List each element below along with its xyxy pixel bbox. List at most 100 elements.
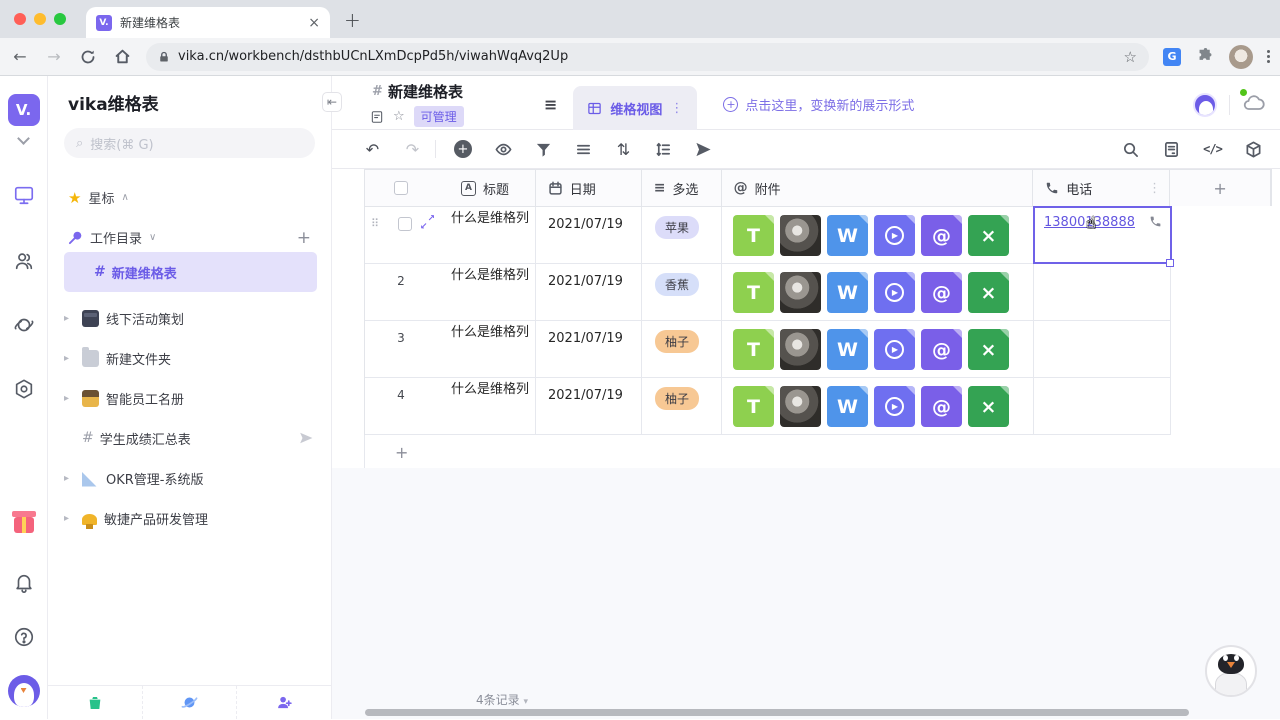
title-cell[interactable]: 4 什么是维格列 xyxy=(365,378,536,434)
phone-cell[interactable]: 13800138888 ☝ xyxy=(1033,206,1174,267)
sidebar-item-new-folder[interactable]: ▸ 新建文件夹 xyxy=(48,338,331,378)
workbench-icon[interactable] xyxy=(12,183,36,207)
widget-cube-icon[interactable] xyxy=(1245,140,1262,158)
contacts-icon[interactable] xyxy=(12,249,36,273)
sidebar-item-student-scores[interactable]: # 学生成绩汇总表 xyxy=(48,418,331,458)
select-all-checkbox[interactable] xyxy=(394,181,408,195)
search-records-icon[interactable] xyxy=(1122,140,1139,158)
excel-file[interactable]: × xyxy=(968,272,1009,313)
clip-file[interactable]: @ xyxy=(921,215,962,256)
vika-logo[interactable]: V. xyxy=(7,94,40,126)
excel-file[interactable]: × xyxy=(968,329,1009,370)
word-file[interactable]: W xyxy=(827,215,868,256)
share-icon[interactable] xyxy=(695,140,712,158)
url-bar[interactable]: vika.cn/workbench/dsthbUCnLXmDcpPd5h/viw… xyxy=(146,42,1149,71)
expand-record-icon[interactable]: ↗ ↙ xyxy=(420,214,435,232)
back-icon[interactable]: ← xyxy=(10,47,30,67)
image-file[interactable] xyxy=(780,272,821,313)
multiselect-cell[interactable]: 柚子 xyxy=(642,321,722,377)
attachment-cell[interactable]: T W ▶ @ × xyxy=(722,321,1034,377)
expand-arrow-icon[interactable]: ▸ xyxy=(64,513,69,524)
directory-collapse-icon[interactable]: ∨ xyxy=(149,232,156,243)
workspace-switch-chevron-icon[interactable] xyxy=(17,132,30,145)
phone-cell[interactable] xyxy=(1034,264,1171,320)
view-list-icon[interactable]: ≡ xyxy=(544,95,557,114)
template-button[interactable] xyxy=(143,686,238,719)
form-view-icon[interactable] xyxy=(1163,140,1180,158)
column-header-phone[interactable]: 电话 ⋮ xyxy=(1033,170,1171,206)
word-file[interactable]: W xyxy=(827,272,868,313)
column-header-multiselect[interactable]: ≡ 多选 xyxy=(642,170,722,206)
record-count[interactable]: 4条记录 ▾ xyxy=(476,691,528,708)
invite-member-button[interactable] xyxy=(237,686,331,719)
horizontal-scrollbar[interactable] xyxy=(365,709,1189,716)
text-file[interactable]: T xyxy=(733,329,774,370)
excel-file[interactable]: × xyxy=(968,215,1009,256)
description-icon[interactable] xyxy=(370,110,384,124)
extensions-puzzle-icon[interactable] xyxy=(1195,47,1215,67)
phone-cell[interactable] xyxy=(1034,378,1171,434)
add-row-button[interactable]: + xyxy=(364,435,1271,470)
clip-file[interactable]: @ xyxy=(921,272,962,313)
window-close-button[interactable] xyxy=(14,13,26,25)
forward-icon[interactable]: → xyxy=(44,47,64,67)
date-cell[interactable]: 2021/07/19 xyxy=(536,207,642,263)
notifications-bell-icon[interactable] xyxy=(12,571,36,595)
window-minimize-button[interactable] xyxy=(34,13,46,25)
expand-arrow-icon[interactable]: ▸ xyxy=(64,393,69,404)
filter-icon[interactable] xyxy=(535,140,552,158)
hide-fields-eye-icon[interactable] xyxy=(495,140,512,158)
title-cell[interactable]: 2 什么是维格列 xyxy=(365,264,536,320)
sidebar-item-datasheet[interactable]: # 新建维格表 xyxy=(64,252,317,292)
translate-icon[interactable]: G xyxy=(1163,47,1181,66)
add-column-button[interactable]: + xyxy=(1170,170,1271,206)
row-checkbox[interactable] xyxy=(398,217,412,231)
video-file[interactable]: ▶ xyxy=(874,272,915,313)
sidebar-item-offline-activity[interactable]: ▸ 线下活动策划 xyxy=(48,298,331,338)
expand-arrow-icon[interactable]: ▸ xyxy=(64,313,69,324)
sidebar-item-employee-roster[interactable]: ▸ 智能员工名册 xyxy=(48,378,331,418)
cell-fill-handle[interactable] xyxy=(1166,259,1174,267)
collaborator-avatar[interactable] xyxy=(1193,93,1217,117)
column-menu-icon[interactable]: ⋮ xyxy=(1148,181,1161,196)
expand-arrow-icon[interactable]: ▸ xyxy=(64,473,69,484)
favorite-star-icon[interactable]: ☆ xyxy=(393,109,405,124)
attachment-cell[interactable]: T W ▶ @ × xyxy=(722,264,1034,320)
drag-handle-icon[interactable]: ⠿ xyxy=(371,217,379,230)
workspace-title[interactable]: vika维格表 xyxy=(68,90,159,115)
view-menu-icon[interactable]: ⋮ xyxy=(670,101,683,116)
group-icon[interactable] xyxy=(575,140,592,158)
column-header-date[interactable]: 日期 xyxy=(536,170,642,206)
video-file[interactable]: ▶ xyxy=(874,329,915,370)
word-file[interactable]: W xyxy=(827,329,868,370)
word-file[interactable]: W xyxy=(827,386,868,427)
gift-icon[interactable] xyxy=(11,511,36,537)
api-code-icon[interactable]: </> xyxy=(1203,140,1223,158)
insert-field-icon[interactable]: + xyxy=(454,140,472,158)
text-file[interactable]: T xyxy=(733,386,774,427)
phone-cell[interactable] xyxy=(1034,321,1171,377)
image-file[interactable] xyxy=(780,215,821,256)
multiselect-cell[interactable]: 香蕉 xyxy=(642,264,722,320)
redo-icon[interactable]: ↷ xyxy=(404,140,421,159)
window-zoom-button[interactable] xyxy=(54,13,66,25)
clip-file[interactable]: @ xyxy=(921,386,962,427)
column-header-attachment[interactable]: @ 附件 xyxy=(722,170,1034,206)
browser-menu-icon[interactable] xyxy=(1267,50,1270,63)
settings-hexagon-icon[interactable] xyxy=(12,377,36,401)
tab-grid-view[interactable]: 维格视图 ⋮ xyxy=(573,86,698,130)
sync-cloud-icon[interactable] xyxy=(1240,89,1266,119)
browser-profile-avatar[interactable] xyxy=(1229,44,1253,69)
template-center-icon[interactable] xyxy=(12,313,36,337)
mascot-sticker[interactable] xyxy=(1205,645,1257,697)
datasheet-title[interactable]: 新建维格表 xyxy=(388,81,463,102)
title-cell[interactable]: 3 什么是维格列 xyxy=(365,321,536,377)
sidebar-collapse-button[interactable]: ⇤ xyxy=(322,92,342,112)
attachment-cell[interactable]: T W ▶ @ × xyxy=(722,207,1034,263)
date-cell[interactable]: 2021/07/19 xyxy=(536,321,642,377)
multiselect-cell[interactable]: 苹果 xyxy=(642,207,722,263)
undo-icon[interactable]: ↶ xyxy=(364,140,381,159)
date-cell[interactable]: 2021/07/19 xyxy=(536,264,642,320)
call-icon[interactable] xyxy=(1149,215,1162,228)
new-tab-button[interactable]: + xyxy=(344,8,361,32)
